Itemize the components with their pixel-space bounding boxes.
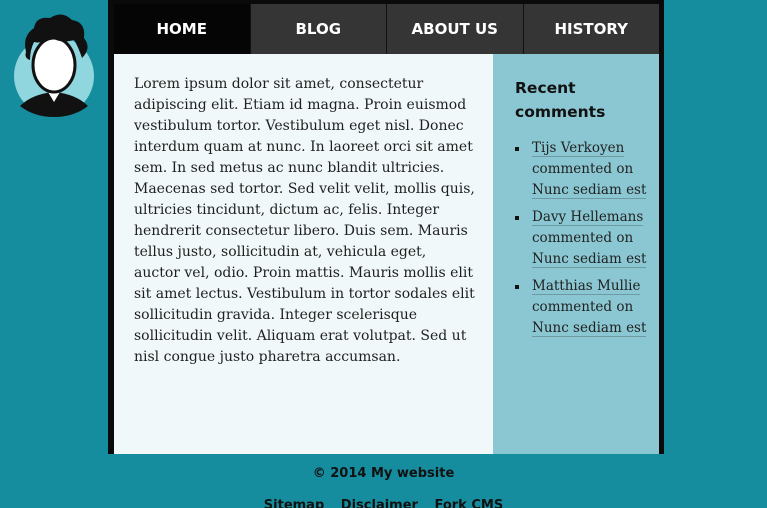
- avatar-icon: [14, 14, 94, 117]
- comment-verb: commented on: [532, 161, 634, 177]
- recent-comments-title: Recent comments: [515, 79, 606, 121]
- comment-author-link[interactable]: Matthias Mullie: [532, 278, 641, 295]
- comment-author-link[interactable]: Davy Hellemans: [532, 209, 644, 226]
- avatar: [12, 10, 96, 118]
- footer-copyright: © 2014 My website: [312, 466, 455, 481]
- nav-item-blog[interactable]: BLOG: [249, 4, 386, 54]
- recent-comments-list: Tijs Verkoyen commented on Nunc sediam e…: [515, 138, 649, 339]
- comment-verb: commented on: [532, 230, 634, 246]
- nav-item-history[interactable]: HISTORY: [522, 4, 659, 54]
- footer-links: Sitemap Disclaimer Fork CMS: [0, 498, 767, 508]
- main-content: Lorem ipsum dolor sit amet, consectetur …: [114, 54, 493, 454]
- footer-link-sitemap[interactable]: Sitemap: [264, 498, 324, 508]
- comment-author-link[interactable]: Tijs Verkoyen: [532, 140, 625, 157]
- comment-item: Tijs Verkoyen commented on Nunc sediam e…: [515, 138, 649, 201]
- footer-link-fork-cms[interactable]: Fork CMS: [434, 498, 503, 508]
- sidebar: Recent comments Tijs Verkoyen commented …: [493, 54, 659, 454]
- comment-verb: commented on: [532, 299, 634, 315]
- comment-post-link[interactable]: Nunc sediam est: [532, 320, 647, 337]
- nav-item-home[interactable]: HOME: [114, 4, 250, 54]
- body-text: Lorem ipsum dolor sit amet, consectetur …: [134, 76, 475, 365]
- footer-link-disclaimer[interactable]: Disclaimer: [341, 498, 418, 508]
- comment-post-link[interactable]: Nunc sediam est: [532, 251, 647, 268]
- comment-item: Davy Hellemans commented on Nunc sediam …: [515, 207, 649, 270]
- main-navigation: HOME BLOG ABOUT US HISTORY: [114, 4, 659, 54]
- comment-item: Matthias Mullie commented on Nunc sediam…: [515, 276, 649, 339]
- nav-item-about-us[interactable]: ABOUT US: [386, 4, 523, 54]
- comment-post-link[interactable]: Nunc sediam est: [532, 182, 647, 199]
